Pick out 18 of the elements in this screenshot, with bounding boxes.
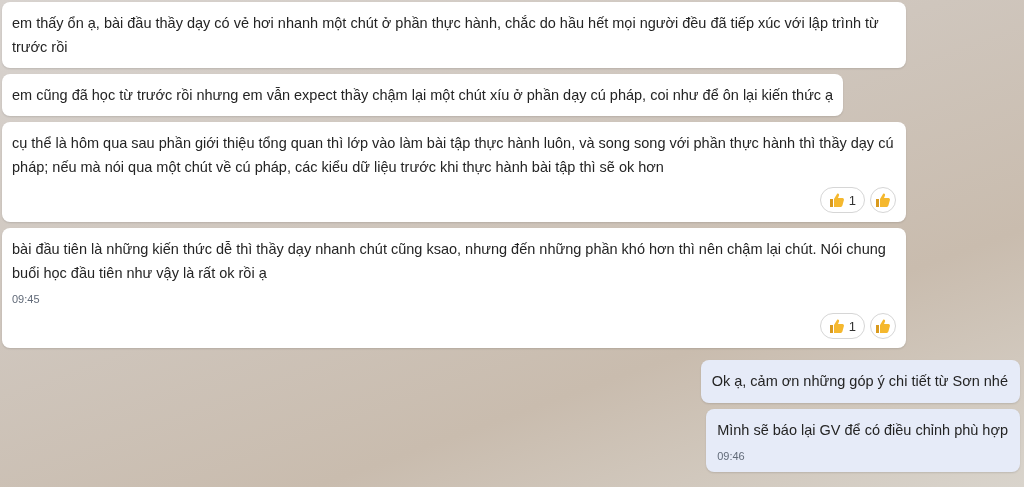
add-reaction-button[interactable] [870, 313, 896, 339]
message-text: cụ thể là hôm qua sau phần giới thiệu tổng quan thì lớp vào làm bài tập thực hành luôn, và song song với phần thực hành thì thầy dạy cú pháp; nếu mà nói qua một chút về cú pháp, các kiểu dữ liệu trước khi thực hành bài tập thì sẽ ok hơn [12, 134, 895, 177]
reaction-count: 1 [848, 192, 856, 208]
reaction-pill[interactable]: 1 [819, 187, 865, 213]
message-text: Ok ạ, cảm ơn những góp ý chi tiết từ Sơn nhé [711, 372, 1008, 391]
reaction-count: 1 [848, 318, 856, 334]
message-text: bài đầu tiên là những kiến thức dễ thì thầy dạy nhanh chút cũng ksao, nhưng đến những phần khó hơn thì nên chậm lại chút. Nói chung buổi học đầu tiên như vậy là rất ok rồi ạ [12, 240, 887, 283]
thumbs-up-icon [828, 192, 845, 208]
message-time: 09:46 [717, 450, 746, 462]
thumbs-up-icon [828, 318, 845, 334]
message-text: Mình sẽ báo lại GV để có điều chỉnh phù hợp [717, 421, 1008, 440]
message-text: em cũng đã học từ trước rồi nhưng em vẫn expect thầy chậm lại một chút xíu ở phần dạy cú pháp, coi như để ôn lại kiến thức ạ [12, 86, 834, 105]
thumbs-up-icon [875, 318, 891, 334]
reaction-pill[interactable]: 1 [819, 313, 865, 339]
add-reaction-button[interactable] [870, 187, 896, 213]
message-text: em thấy ổn ạ, bài đầu thầy dạy có vẻ hơi nhanh một chút ở phần thực hành, chắc do hầu hết mọi người đều đã tiếp xúc với lập trình từ trước rồi [12, 14, 880, 57]
thumbs-up-icon [875, 192, 891, 208]
message-time: 09:45 [12, 293, 41, 305]
